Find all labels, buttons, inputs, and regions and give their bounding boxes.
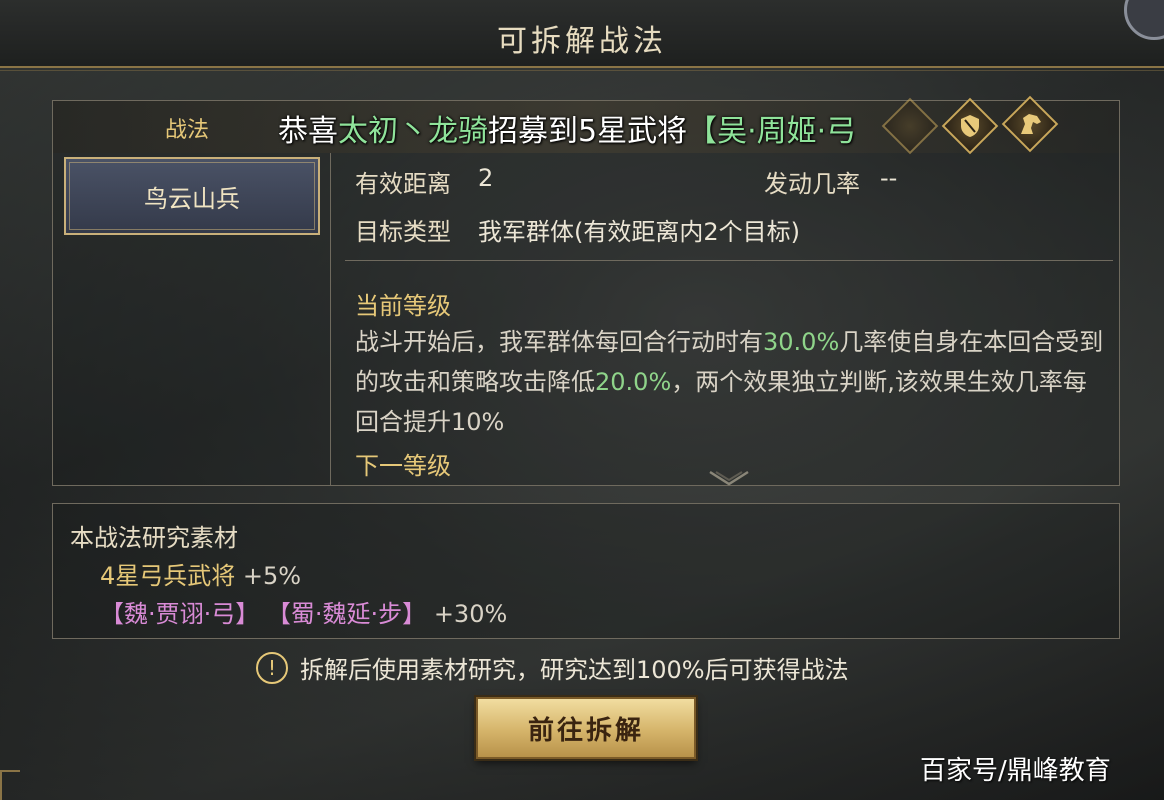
horse-icon [1010, 104, 1050, 144]
material-general-jiaxu[interactable]: 【魏·贾诩·弓】 [100, 600, 259, 628]
rate-label: 发动几率 [764, 170, 860, 198]
material-general-weiyan[interactable]: 【蜀·魏延·步】 [267, 600, 426, 628]
target-value: 我军群体(有效距离内2个目标) [478, 218, 800, 246]
material-bonus-2: +30% [433, 600, 508, 628]
target-label: 目标类型 [355, 218, 451, 246]
materials-line-2: 【魏·贾诩·弓】 【蜀·魏延·步】 +30% [100, 594, 507, 629]
materials-title: 本战法研究素材 [70, 524, 238, 552]
materials-line-1: 4星弓兵武将 +5% [100, 556, 301, 591]
disassemble-hint: ! 拆解后使用素材研究，研究达到100%后可获得战法 [256, 650, 849, 685]
announce-middle: 招募到5星武将 [488, 114, 688, 149]
current-level-description: 战斗开始后，我军群体每回合行动时有30.0%几率使自身在本回合受到的攻击和策略攻… [355, 322, 1105, 442]
exclamation-icon: ! [256, 651, 288, 684]
corner-ornament [0, 770, 20, 800]
go-disassemble-button[interactable]: 前往拆解 [476, 697, 696, 759]
desc-part-1: 战斗开始后，我军群体每回合行动时有 [355, 328, 763, 356]
current-level-heading: 当前等级 [355, 292, 451, 320]
range-value: 2 [478, 164, 494, 192]
shield-icon [950, 106, 990, 146]
hint-text: 拆解后使用素材研究，研究达到100%后可获得战法 [300, 656, 849, 684]
range-label: 有效距离 [355, 170, 451, 198]
skill-list-item[interactable]: 鸟云山兵 [64, 157, 320, 235]
desc-percent-2: 20.0% [595, 368, 672, 396]
announce-player: 太初丶龙骑 [338, 114, 488, 149]
scroll-down-chevron-icon[interactable] [708, 470, 750, 488]
recruit-announcement: 恭喜太初丶龙骑招募到5星武将【吴·周姬·弓 [278, 106, 920, 150]
watermark: 百家号/鼎峰教育 [920, 756, 1111, 786]
material-bonus-1: +5% [242, 562, 302, 590]
material-4star-archer: 4星弓兵武将 [100, 562, 236, 590]
rate-value: -- [880, 164, 898, 192]
announce-general: 【吴·周姬·弓 [687, 114, 857, 149]
title-bar: 可拆解战法 [0, 0, 1164, 71]
skill-item-label: 鸟云山兵 [144, 184, 240, 213]
page-title: 可拆解战法 [497, 24, 667, 59]
desc-percent-1: 30.0% [763, 328, 840, 356]
divider [345, 260, 1113, 261]
next-level-heading: 下一等级 [355, 452, 451, 480]
announce-prefix: 恭喜 [278, 114, 338, 149]
tab-skill[interactable]: 战法 [165, 112, 209, 144]
